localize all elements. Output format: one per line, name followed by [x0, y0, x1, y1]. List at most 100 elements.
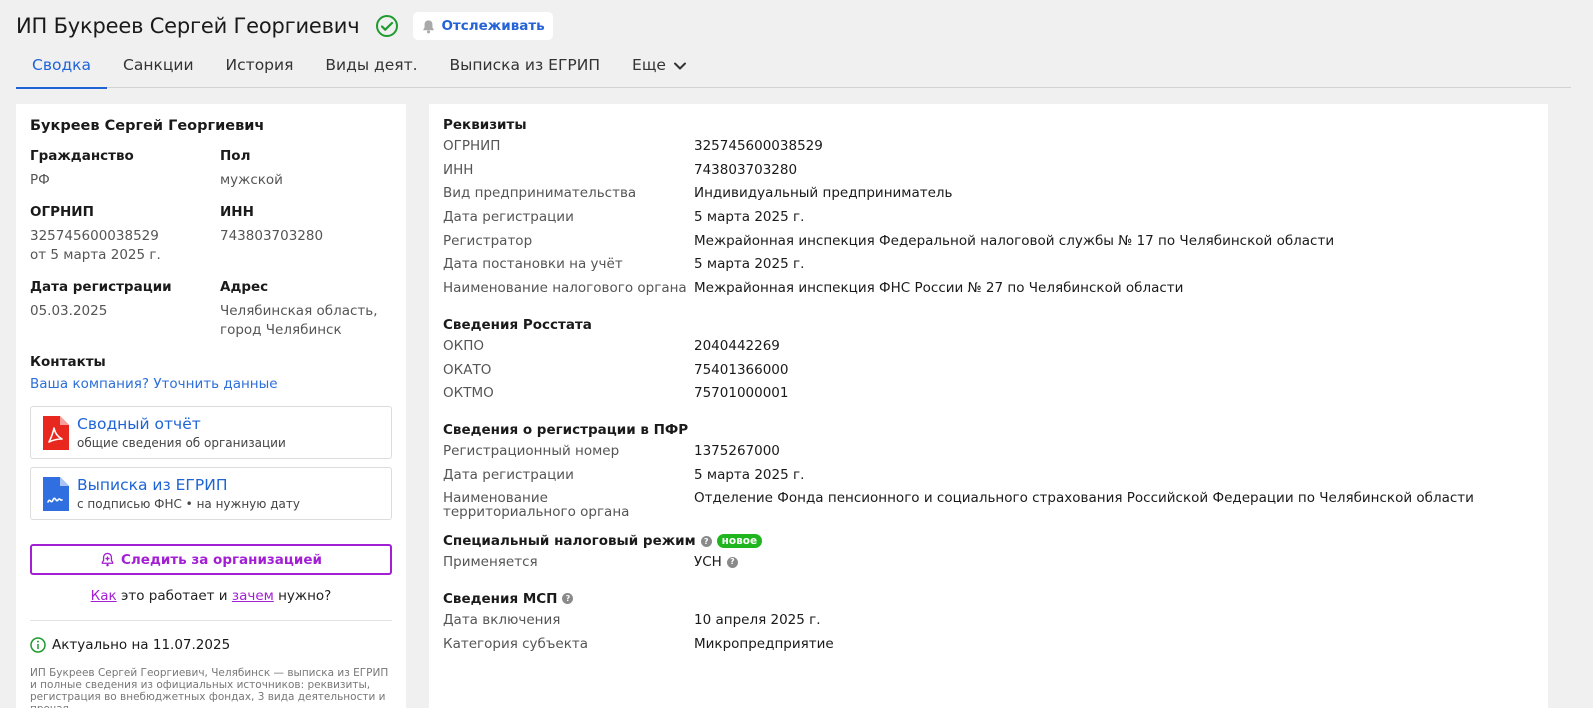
row-value: 5 марта 2025 г. — [694, 209, 805, 226]
summary-card: Букреев Сергей Георгиевич Гражданство РФ… — [16, 104, 406, 708]
tab-summary-label: Сводка — [32, 56, 92, 74]
row-value: 5 марта 2025 г. — [694, 466, 805, 483]
address-value: Челябинская область, город Челябинск — [220, 302, 390, 340]
row-value: УСН ? — [694, 555, 738, 569]
ogrnip-cell: ОГРНИП 325745600038529 от 5 марта 2025 г… — [30, 204, 220, 265]
requisites-row: Дата постановки на учёт 5 марта 2025 г. — [443, 255, 1534, 279]
tab-more-label: Еще — [632, 56, 666, 74]
egrip-extract-button[interactable]: Выписка из ЕГРИП с подписью ФНС • на нуж… — [30, 467, 392, 520]
sex-label: Пол — [220, 148, 251, 164]
tab-sanctions[interactable]: Санкции — [107, 50, 210, 88]
rosstat-row: ОКТМО 75701000001 — [443, 384, 1534, 408]
actual-date: Актуально на 11.07.2025 — [30, 637, 392, 653]
msp-row: Категория субъекта Микропредприятие — [443, 635, 1534, 659]
why-link[interactable]: зачем — [232, 588, 274, 604]
track-organization-button[interactable]: Следить за организацией — [30, 544, 392, 575]
summary-grid: Гражданство РФ Пол мужской ОГРНИП 325745… — [30, 148, 392, 354]
msp-section: Сведения МСП ? Дата включения 10 апреля 2… — [443, 591, 1534, 658]
requisites-title: Реквизиты — [443, 117, 527, 133]
page-title: ИП Букреев Сергей Георгиевич — [16, 14, 360, 38]
new-badge: новое — [716, 534, 763, 549]
tab-summary[interactable]: Сводка — [16, 50, 108, 89]
row-value: Индивидуальный предприниматель — [694, 185, 953, 202]
row-value: 1375267000 — [694, 442, 780, 459]
row-value: 325745600038529 — [694, 138, 823, 154]
tab-history[interactable]: История — [210, 50, 310, 88]
requisites-row: ОГРНИП 325745600038529 — [443, 137, 1534, 161]
citizenship-cell: Гражданство РФ — [30, 148, 220, 190]
row-value: 5 марта 2025 г. — [694, 256, 805, 273]
tab-egrip-extract-label: Выписка из ЕГРИП — [449, 56, 601, 74]
row-value: 75701000001 — [694, 385, 789, 402]
address-line-2: город Челябинск — [220, 322, 342, 338]
track-organization-label: Следить за организацией — [121, 551, 322, 568]
details-card: Реквизиты ОГРНИП 325745600038529 ИНН 74380… — [429, 104, 1548, 708]
person-name: Букреев Сергей Георгиевич — [30, 118, 265, 134]
tax-regime-header: Специальный налоговый режим ? новое — [443, 533, 1534, 549]
actual-date-text: Актуально на 11.07.2025 — [52, 637, 231, 653]
bell-plus-icon — [101, 552, 114, 567]
sex-value: мужской — [220, 172, 283, 188]
how-text-end: нужно? — [273, 588, 332, 604]
msp-header: Сведения МСП ? — [443, 591, 1534, 607]
requisites-row: Регистратор Межрайонная инспекция Федерал… — [443, 232, 1534, 256]
row-key: ОГРНИП — [443, 138, 501, 154]
row-key: Дата постановки на учёт — [443, 256, 623, 273]
requisites-row: Наименование налогового органа Межрайонна… — [443, 279, 1534, 303]
row-key: ОКТМО — [443, 385, 494, 402]
row-value: Отделение Фонда пенсионного и социальног… — [694, 490, 1474, 507]
signed-document-icon — [43, 476, 69, 511]
rosstat-row: ОКАТО 75401366000 — [443, 361, 1534, 385]
follow-button[interactable]: Отслеживать — [413, 12, 553, 40]
tab-egrip-extract[interactable]: Выписка из ЕГРИП — [434, 50, 616, 88]
row-key: Дата регистрации — [443, 466, 574, 483]
divider — [30, 620, 392, 621]
msp-title: Сведения МСП — [443, 590, 558, 607]
pdf-file-icon — [43, 415, 69, 450]
page-description: ИП Букреев Сергей Георгиевич, Челябинск … — [30, 667, 389, 708]
inn-label: ИНН — [220, 204, 254, 220]
how-link[interactable]: Как — [91, 588, 117, 604]
pfr-title: Сведения о регистрации в ПФР — [443, 421, 689, 438]
clarify-data-link[interactable]: Ваша компания? Уточнить данные — [30, 376, 392, 392]
rosstat-row: ОКПО 2040442269 — [443, 337, 1534, 361]
egrip-extract-title: Выписка из ЕГРИП — [77, 476, 228, 494]
citizenship-label: Гражданство — [30, 148, 134, 164]
requisites-row: ИНН 743803703280 — [443, 161, 1534, 185]
summary-report-title: Сводный отчёт — [77, 415, 201, 433]
tab-more[interactable]: Еще — [616, 50, 704, 88]
tab-activities[interactable]: Виды деят. — [309, 50, 433, 88]
summary-report-button[interactable]: Сводный отчёт общие сведения об организа… — [30, 406, 392, 459]
sex-cell: Пол мужской — [220, 148, 390, 190]
help-icon[interactable]: ? — [700, 535, 712, 547]
verified-check-icon — [375, 14, 399, 38]
row-key: Вид предпринимательства — [443, 185, 637, 202]
msp-row: Дата включения 10 апреля 2025 г. — [443, 611, 1534, 635]
tax-regime-value: УСН — [694, 554, 722, 571]
address-cell: Адрес Челябинская область, город Челябин… — [220, 279, 390, 340]
regdate-value: 05.03.2025 — [30, 303, 108, 319]
regdate-cell: Дата регистрации 05.03.2025 — [30, 279, 220, 340]
tab-bar: Сводка Санкции История Виды деят. Выписк… — [16, 50, 1571, 89]
pfr-row: Дата регистрации 5 марта 2025 г. — [443, 466, 1534, 490]
inn-value: 743803703280 — [220, 228, 324, 244]
tax-regime-row: Применяется УСН ? — [443, 553, 1534, 577]
help-icon[interactable]: ? — [726, 556, 738, 568]
help-icon[interactable]: ? — [562, 593, 574, 605]
row-key: ИНН — [443, 161, 474, 178]
row-key: Применяется — [443, 554, 538, 571]
requisites-section: Реквизиты ОГРНИП 325745600038529 ИНН 74380… — [443, 117, 1534, 303]
tax-regime-section: Специальный налоговый режим ? новое Прим… — [443, 533, 1534, 577]
tab-sanctions-label: Санкции — [123, 56, 194, 74]
tab-history-label: История — [225, 56, 294, 74]
row-key: ОКПО — [443, 337, 484, 354]
page-header: ИП Букреев Сергей Георгиевич Отслеживать — [16, 8, 553, 44]
row-value: Межрайонная инспекция ФНС России № 27 по… — [694, 280, 1184, 297]
bell-icon — [423, 19, 435, 33]
rosstat-section: Сведения Росстата ОКПО 2040442269 ОКАТО 75… — [443, 317, 1534, 408]
requisites-row: Дата регистрации 5 марта 2025 г. — [443, 208, 1534, 232]
address-label: Адрес — [220, 279, 269, 295]
inn-cell: ИНН 743803703280 — [220, 204, 390, 265]
tax-regime-title: Специальный налоговый режим — [443, 533, 696, 550]
row-key: Дата регистрации — [443, 209, 574, 226]
